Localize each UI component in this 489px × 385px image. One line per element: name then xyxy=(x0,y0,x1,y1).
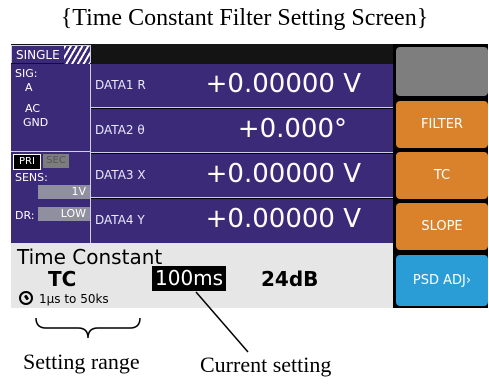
setting-range-label: Setting range xyxy=(23,349,140,374)
single-tab-label: SINGLE xyxy=(16,48,60,62)
current-setting-pointer xyxy=(195,291,249,353)
current-setting-label: Current setting xyxy=(200,352,332,377)
annotation-graphics xyxy=(35,291,249,353)
setting-range-brace xyxy=(35,317,141,339)
